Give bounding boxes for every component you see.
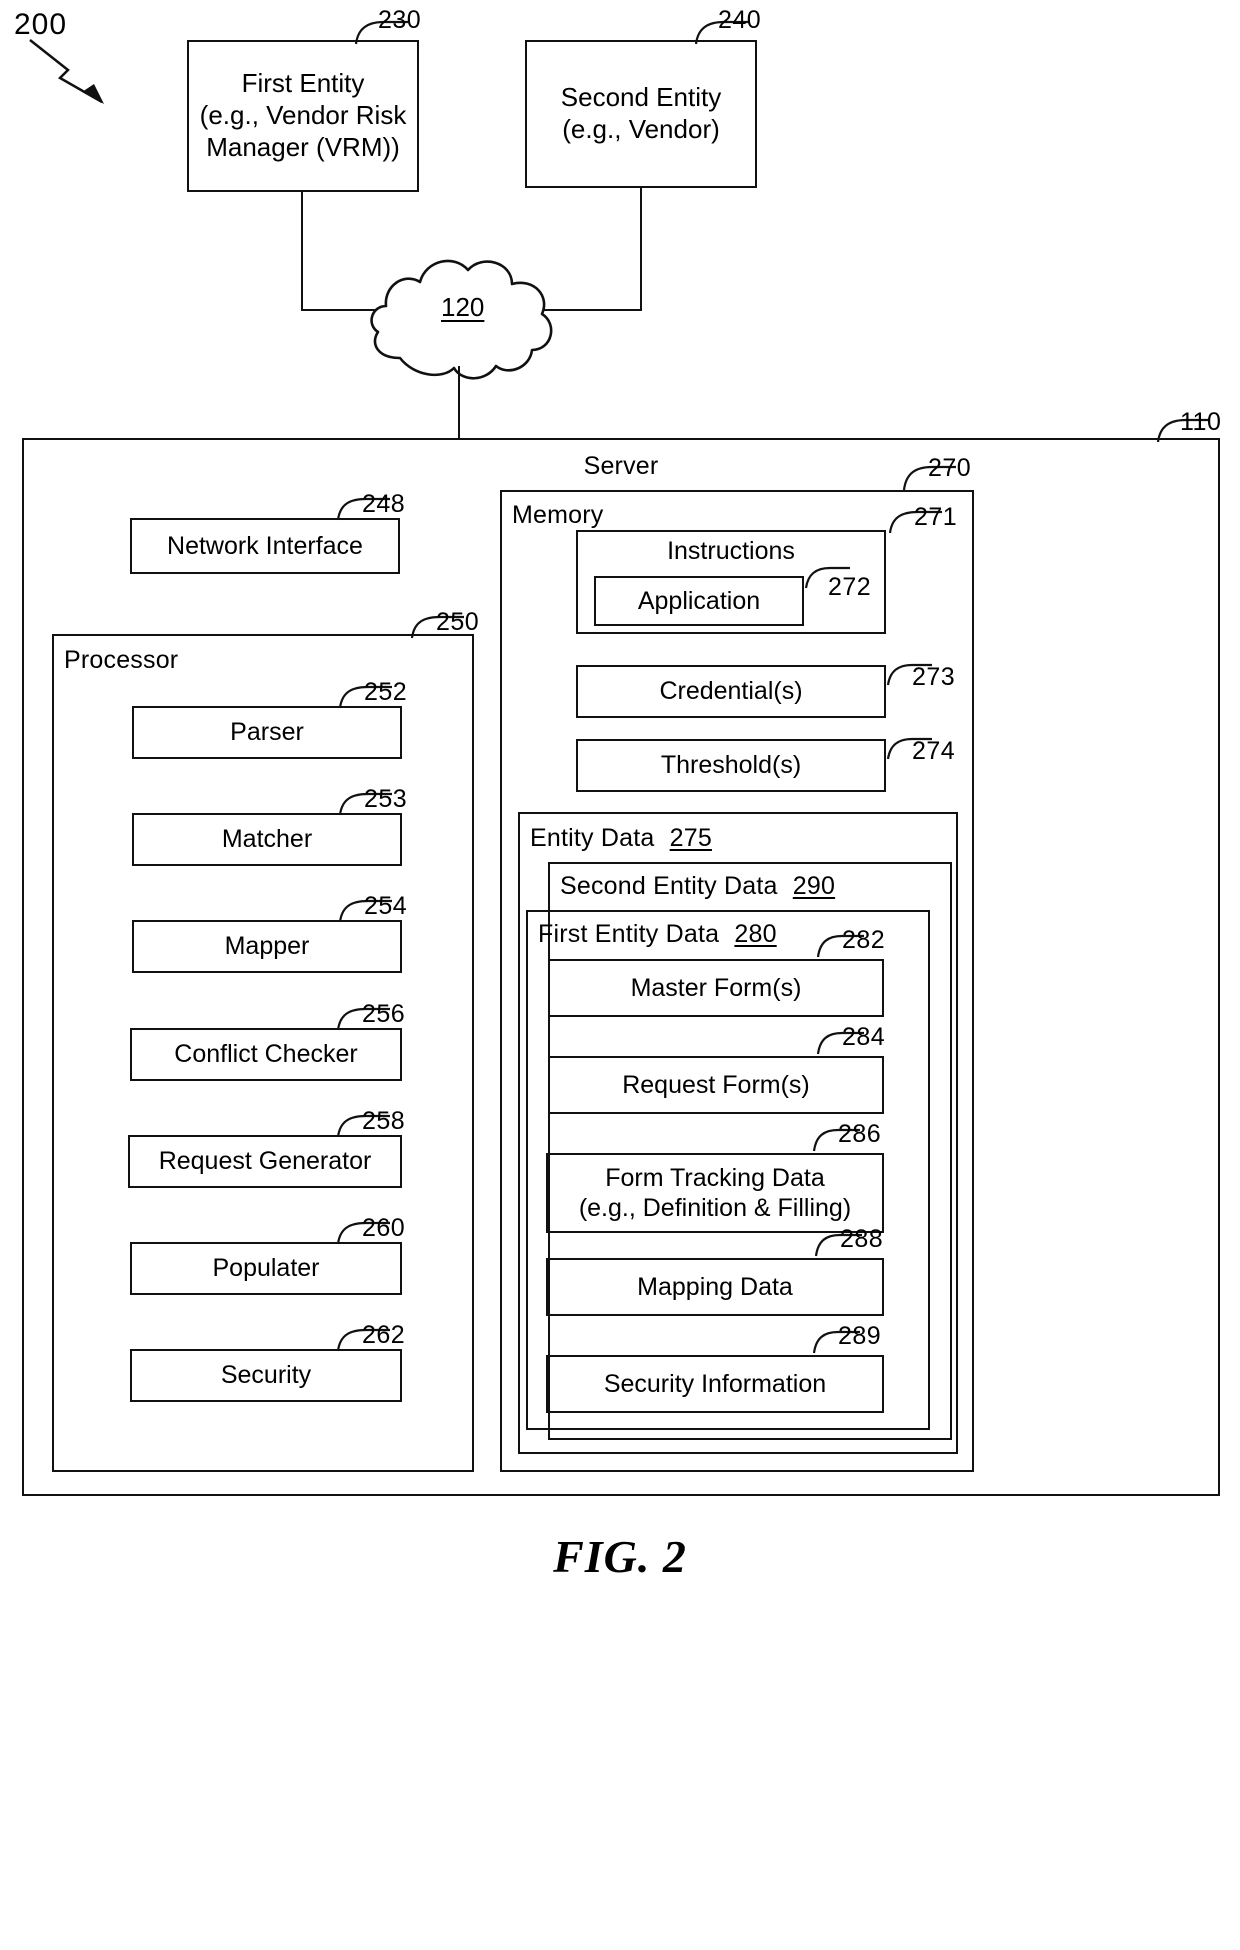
populater-label: Populater (212, 1254, 320, 1283)
ref-254: 254 (364, 892, 408, 920)
ref-284: 284 (842, 1023, 886, 1051)
ref-271: 271 (914, 503, 958, 531)
ref-252: 252 (364, 678, 408, 706)
security-label: Security (220, 1361, 312, 1390)
connector-second-entity-horizontal (525, 309, 642, 311)
memory-title: Memory (512, 501, 604, 529)
parser-label: Parser (230, 718, 304, 747)
thresholds-label: Threshold(s) (660, 751, 802, 780)
request-forms-label: Request Form(s) (622, 1070, 810, 1099)
ref-288: 288 (840, 1225, 884, 1253)
second-entity-data-title: Second Entity Data 290 (560, 872, 835, 901)
ref-260: 260 (362, 1214, 406, 1242)
form-tracking-data-label: Form Tracking Data (e.g., Definition & F… (578, 1163, 852, 1223)
network-interface-label: Network Interface (167, 531, 363, 560)
ref-286: 286 (838, 1120, 882, 1148)
instructions-label: Instructions (667, 536, 795, 565)
ref-230: 230 (378, 6, 422, 34)
credentials-label: Credential(s) (659, 677, 803, 706)
conflict-checker-label: Conflict Checker (174, 1040, 358, 1069)
connector-first-entity-horizontal (301, 309, 396, 311)
connector-first-entity-vertical (301, 192, 303, 310)
first-entity-label: First Entity (e.g., Vendor Risk Manager … (199, 68, 407, 162)
connector-second-entity-vertical (640, 188, 642, 310)
matcher-label: Matcher (221, 825, 313, 854)
ref-258: 258 (362, 1107, 406, 1135)
figure-200-arrow (29, 39, 104, 104)
ref-256: 256 (362, 1000, 406, 1028)
ref-270: 270 (928, 454, 972, 482)
mapping-data-label: Mapping Data (637, 1272, 793, 1301)
first-entity-data-title-text: First Entity Data (538, 920, 720, 948)
ref-248: 248 (362, 490, 406, 518)
first-entity-data-ref: 280 (734, 920, 777, 948)
first-entity-data-title: First Entity Data 280 (538, 920, 777, 949)
entity-data-title: Entity Data 275 (530, 824, 712, 853)
entity-data-ref: 275 (669, 824, 712, 852)
request-generator-label: Request Generator (158, 1147, 372, 1176)
ref-273: 273 (912, 663, 956, 691)
second-entity-data-title-text: Second Entity Data (560, 872, 778, 900)
ref-250: 250 (436, 608, 480, 636)
ref-253: 253 (364, 785, 408, 813)
second-entity-data-ref: 290 (792, 872, 836, 900)
entity-data-title-text: Entity Data (530, 824, 655, 852)
ref-282: 282 (842, 926, 886, 954)
connector-cloud-to-server (458, 366, 460, 439)
second-entity-label: Second Entity (e.g., Vendor) (560, 82, 722, 144)
figure-caption: FIG. 2 (553, 1531, 687, 1582)
ref-272: 272 (828, 573, 872, 601)
application-label: Application (637, 586, 761, 615)
ref-274: 274 (912, 737, 956, 765)
ref-289: 289 (838, 1322, 882, 1350)
processor-title: Processor (64, 646, 179, 674)
master-forms-label: Master Form(s) (630, 973, 802, 1002)
security-information-label: Security Information (603, 1369, 827, 1398)
figure-number-200: 200 (14, 8, 68, 41)
ref-110: 110 (1180, 408, 1222, 436)
ref-262: 262 (362, 1321, 406, 1349)
mapper-label: Mapper (224, 932, 310, 961)
ref-240: 240 (718, 6, 762, 34)
server-title: Server (583, 452, 659, 480)
network-label-120: 120 (441, 292, 485, 322)
